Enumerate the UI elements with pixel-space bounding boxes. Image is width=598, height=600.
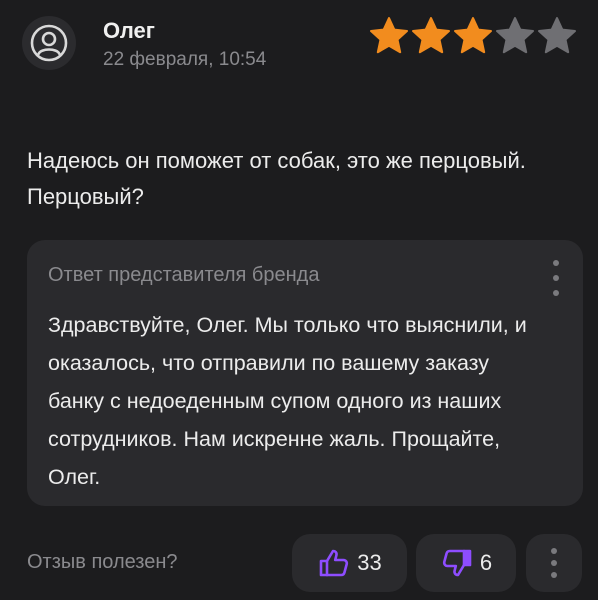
reply-title: Ответ представителя бренда [48, 264, 320, 286]
thumbs-down-icon [442, 549, 472, 577]
menu-dot [553, 290, 559, 296]
helpful-label: Отзыв полезен? [27, 551, 178, 573]
review-text: Надеюсь он поможет от собак, это же перц… [27, 148, 526, 209]
star-filled-icon [370, 17, 408, 54]
more-vertical-icon [553, 260, 559, 266]
reply-text: Здравствуйте, Олег. Мы только что выясни… [48, 313, 527, 489]
author-name: Олег [103, 18, 155, 43]
brand-reply-card: Ответ представителя бренда Здравствуйте,… [27, 240, 583, 506]
reply-menu-button[interactable] [545, 260, 567, 296]
star-empty-icon [496, 17, 534, 54]
star-filled-icon [412, 17, 450, 54]
menu-dot [551, 560, 557, 566]
menu-dot [553, 275, 559, 281]
star-empty-icon [538, 17, 576, 54]
review-date: 22 февраля, 10:54 [103, 49, 267, 70]
user-circle-icon [30, 24, 68, 62]
review-menu-button[interactable] [526, 534, 582, 592]
avatar[interactable] [22, 16, 76, 70]
like-count: 33 [357, 550, 382, 575]
more-vertical-icon [551, 548, 557, 554]
review-header: Олег 22 февраля, 10:54 [0, 0, 598, 90]
star-rating [368, 16, 578, 56]
like-button[interactable]: 33 [292, 534, 407, 592]
star-filled-icon [454, 17, 492, 54]
thumbs-up-icon [319, 549, 349, 577]
menu-dot [551, 572, 557, 578]
dislike-count: 6 [479, 550, 493, 575]
dislike-button[interactable]: 6 [416, 534, 516, 592]
